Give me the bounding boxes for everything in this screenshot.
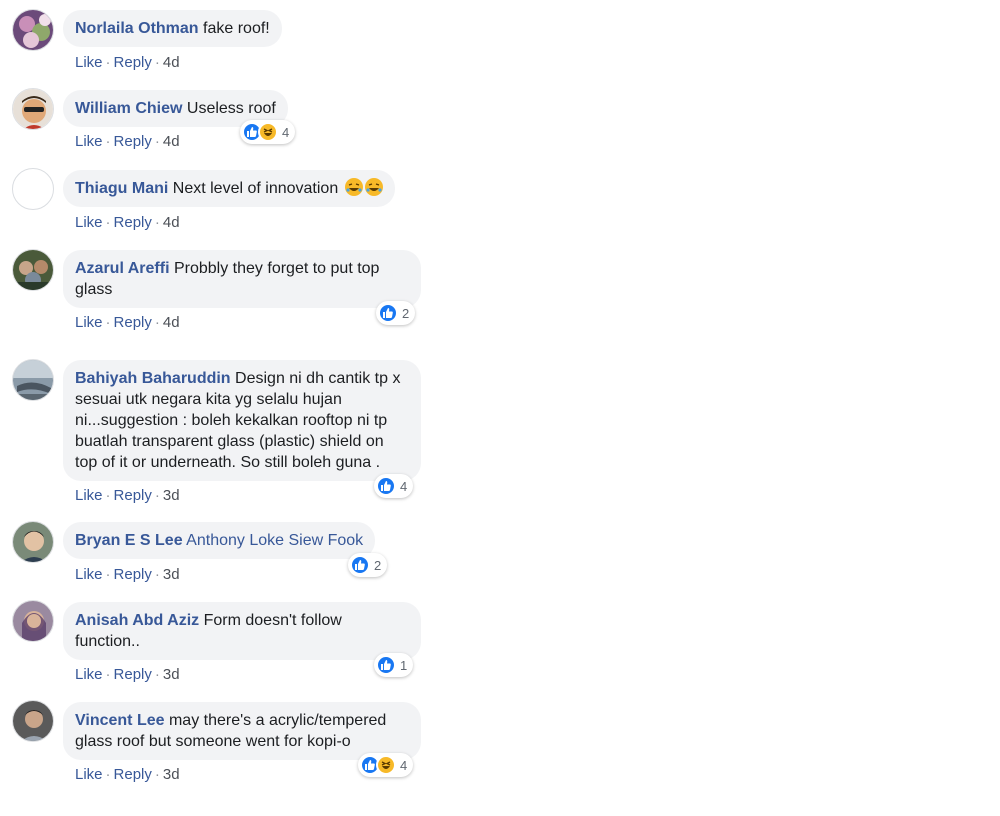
comment-timestamp[interactable]: 3d: [163, 566, 180, 583]
haha-reaction-icon: [258, 122, 278, 142]
comment-author[interactable]: Thiagu Mani: [75, 180, 168, 197]
reply-link[interactable]: Reply: [114, 766, 152, 783]
separator: ·: [154, 487, 160, 504]
reply-link[interactable]: Reply: [114, 666, 152, 683]
avatar[interactable]: [12, 600, 54, 642]
reaction-count: 4: [400, 478, 408, 494]
comment-timestamp[interactable]: 3d: [163, 666, 180, 683]
comment-text: fake roof!: [203, 20, 270, 37]
separator: ·: [105, 214, 111, 231]
like-link[interactable]: Like: [75, 766, 103, 783]
reactions-badge[interactable]: 4: [240, 120, 296, 144]
avatar[interactable]: [12, 359, 54, 401]
like-link[interactable]: Like: [75, 133, 103, 150]
separator: ·: [154, 314, 160, 331]
reaction-count: 4: [282, 124, 290, 140]
separator: ·: [105, 314, 111, 331]
avatar[interactable]: [12, 700, 54, 742]
haha-reaction-icon: [376, 755, 396, 775]
like-reaction-icon: [376, 655, 396, 675]
comment-actions: Like · Reply · 3d: [75, 666, 180, 684]
comment-actions: Like · Reply · 4d: [75, 54, 180, 72]
comment-timestamp[interactable]: 4d: [163, 314, 180, 331]
separator: ·: [105, 766, 111, 783]
reactions-badge[interactable]: 2: [376, 301, 416, 325]
comment-bubble: Bahiyah Baharuddin Design ni dh cantik t…: [63, 360, 421, 481]
comment-actions: Like · Reply · 4d: [75, 133, 180, 151]
comment-actions: Like · Reply · 3d: [75, 487, 180, 505]
reactions-badge[interactable]: 2: [348, 553, 388, 577]
comment-bubble: Anisah Abd Aziz Form doesn't follow func…: [63, 602, 421, 660]
comment-actions: Like · Reply · 3d: [75, 766, 180, 784]
comment-timestamp[interactable]: 3d: [163, 487, 180, 504]
avatar[interactable]: [12, 88, 54, 130]
reply-link[interactable]: Reply: [114, 54, 152, 71]
separator: ·: [154, 666, 160, 683]
separator: ·: [105, 54, 111, 71]
like-reaction-icon: [376, 476, 396, 496]
comment-author[interactable]: Norlaila Othman: [75, 20, 199, 37]
reply-link[interactable]: Reply: [114, 314, 152, 331]
separator: ·: [154, 133, 160, 150]
like-reaction-icon: [350, 555, 370, 575]
rofl-emoji-icon: [344, 178, 363, 196]
comment-author[interactable]: Azarul Areffi: [75, 260, 170, 277]
comment-timestamp[interactable]: 3d: [163, 766, 180, 783]
reaction-count: 2: [402, 305, 410, 321]
reply-link[interactable]: Reply: [114, 133, 152, 150]
separator: ·: [105, 566, 111, 583]
separator: ·: [105, 133, 111, 150]
reaction-count: 2: [374, 557, 382, 573]
avatar[interactable]: [12, 168, 54, 210]
tagged-user-link[interactable]: Anthony Loke Siew Fook: [186, 532, 363, 549]
like-link[interactable]: Like: [75, 314, 103, 331]
reply-link[interactable]: Reply: [114, 566, 152, 583]
like-link[interactable]: Like: [75, 666, 103, 683]
comment-author[interactable]: Bryan E S Lee: [75, 532, 183, 549]
separator: ·: [154, 214, 160, 231]
comment-actions: Like · Reply · 4d: [75, 314, 180, 332]
comment-actions: Like · Reply · 4d: [75, 214, 180, 232]
reply-link[interactable]: Reply: [114, 487, 152, 504]
separator: ·: [154, 54, 160, 71]
like-link[interactable]: Like: [75, 487, 103, 504]
separator: ·: [154, 766, 160, 783]
avatar[interactable]: [12, 9, 54, 51]
reactions-badge[interactable]: 1: [374, 653, 414, 677]
like-reaction-icon: [378, 303, 398, 323]
separator: ·: [105, 487, 111, 504]
comment-bubble: Azarul Areffi Probbly they forget to put…: [63, 250, 421, 308]
separator: ·: [154, 566, 160, 583]
comment-author[interactable]: William Chiew: [75, 100, 182, 117]
comment-author[interactable]: Bahiyah Baharuddin: [75, 370, 231, 387]
comment-bubble: Bryan E S Lee Anthony Loke Siew Fook: [63, 522, 376, 559]
comment-text: Next level of innovation: [172, 180, 339, 197]
like-link[interactable]: Like: [75, 54, 103, 71]
comment-timestamp[interactable]: 4d: [163, 133, 180, 150]
reply-link[interactable]: Reply: [114, 214, 152, 231]
reaction-count: 1: [400, 657, 408, 673]
comment-actions: Like · Reply · 3d: [75, 566, 180, 584]
avatar[interactable]: [12, 249, 54, 291]
rofl-emoji-icon: [364, 178, 383, 196]
comment-text: Useless roof: [186, 100, 276, 117]
separator: ·: [105, 666, 111, 683]
reaction-count: 4: [400, 757, 408, 773]
comment-author[interactable]: Anisah Abd Aziz: [75, 612, 199, 629]
reactions-badge[interactable]: 4: [358, 753, 414, 777]
comment-timestamp[interactable]: 4d: [163, 54, 180, 71]
like-link[interactable]: Like: [75, 566, 103, 583]
comment-timestamp[interactable]: 4d: [163, 214, 180, 231]
reactions-badge[interactable]: 4: [374, 474, 414, 498]
like-link[interactable]: Like: [75, 214, 103, 231]
comment-bubble: Norlaila Othman fake roof!: [63, 10, 282, 47]
comment-bubble: Thiagu Mani Next level of innovation: [63, 170, 395, 207]
comment-bubble: Vincent Lee may there's a acrylic/temper…: [63, 702, 421, 760]
comment-author[interactable]: Vincent Lee: [75, 712, 165, 729]
avatar[interactable]: [12, 521, 54, 563]
